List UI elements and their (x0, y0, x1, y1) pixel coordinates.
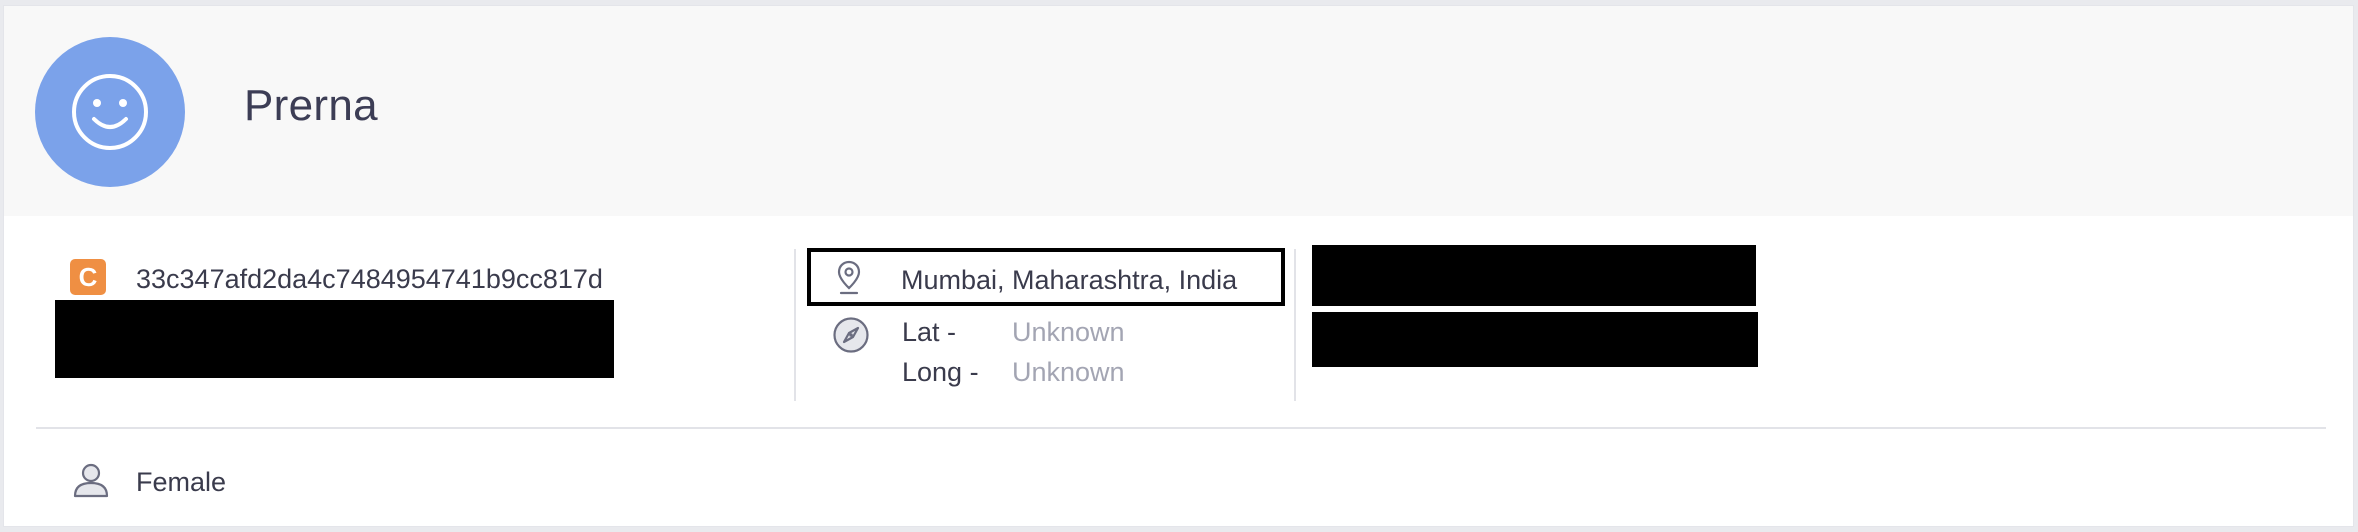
long-value: Unknown (1012, 357, 1125, 387)
location-box: Mumbai, Maharashtra, India (807, 248, 1285, 306)
redacted-block (1312, 245, 1756, 306)
section-divider (36, 427, 2326, 429)
smiley-face-icon (72, 74, 148, 150)
compass-icon (833, 317, 869, 353)
gender-value: Female (136, 467, 227, 497)
lat-value: Unknown (1012, 317, 1125, 347)
avatar (35, 37, 185, 187)
user-id: 33c347afd2da4c7484954741b9cc817d (136, 264, 603, 294)
lat-label: Lat - (902, 317, 957, 347)
map-pin-icon (837, 260, 861, 295)
column-divider (794, 249, 796, 401)
long-label: Long - (902, 357, 979, 387)
profile-header: Prerna (4, 6, 2353, 216)
person-icon (73, 463, 109, 498)
redacted-block (55, 300, 614, 378)
redacted-block (1312, 312, 1758, 367)
location-text: Mumbai, Maharashtra, India (901, 265, 1238, 295)
user-profile-card: Prerna C 33c347afd2da4c7484954741b9cc817… (3, 5, 2354, 527)
profile-name: Prerna (244, 81, 378, 130)
customer-badge: C (70, 259, 106, 295)
column-divider (1294, 249, 1296, 401)
